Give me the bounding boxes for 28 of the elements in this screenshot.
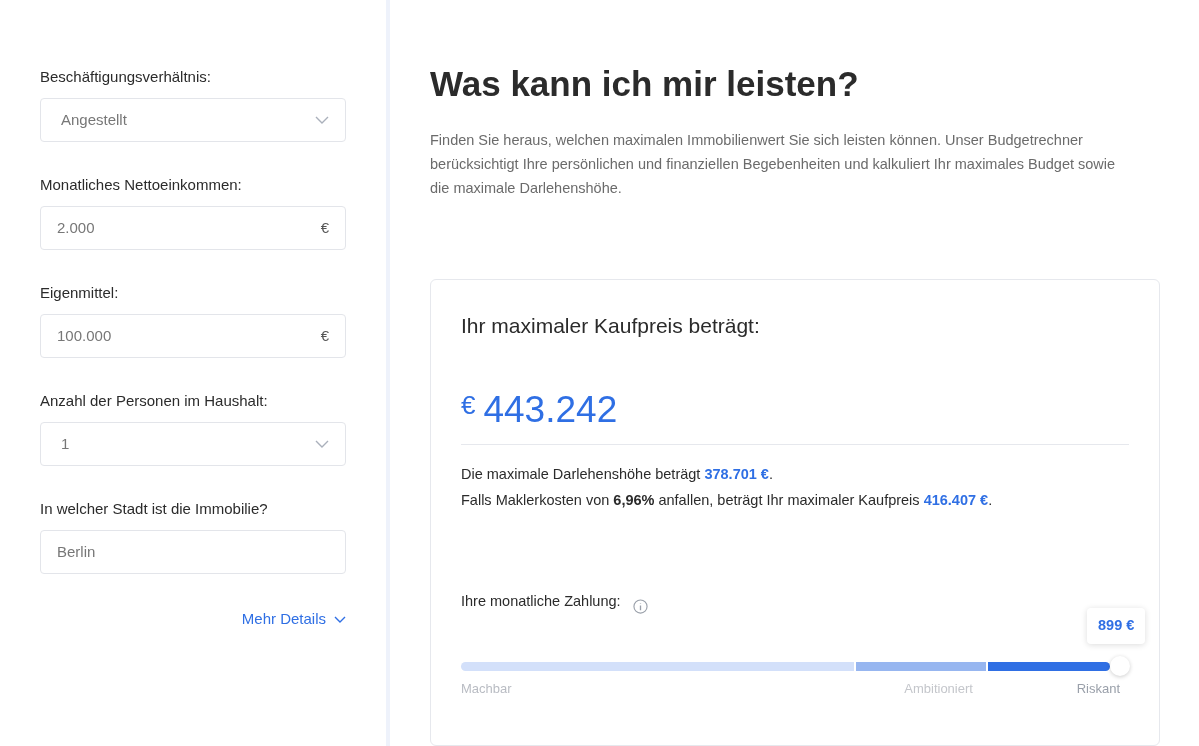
result-sentence: Die maximale Darlehenshöhe beträgt 378.701 €. <box>461 464 773 484</box>
price-amount: 443.242 <box>483 389 618 430</box>
more-details-link[interactable]: Mehr Details <box>241 608 346 631</box>
input-field[interactable]: Berlin <box>40 530 346 574</box>
field-label: Eigenmittel: <box>40 283 120 302</box>
input-field[interactable]: 100.000 € <box>40 314 346 358</box>
chevron-down-icon <box>315 116 329 124</box>
input-field[interactable]: 2.000 € <box>40 206 346 250</box>
slider-thumb[interactable] <box>1110 655 1130 676</box>
zone-label: Machbar <box>461 680 512 696</box>
field-label: Beschäftigungsverhältnis: <box>40 67 212 86</box>
dropdown[interactable]: 1 <box>40 422 346 466</box>
chevron-down-icon <box>315 440 329 448</box>
info-icon[interactable] <box>632 598 648 614</box>
zone-label: Riskant <box>1076 680 1120 696</box>
field-label: Monatliches Nettoeinkommen: <box>40 175 243 194</box>
result-sentence: Falls Maklerkosten von 6,96% anfallen, beträgt Ihr maximaler Kaufpreis 416.407 €. <box>461 490 993 510</box>
field-label: Anzahl der Personen im Haushalt: <box>40 391 269 410</box>
result-heading: Ihr maximaler Kaufpreis beträgt: <box>461 313 760 339</box>
chevron-down-icon <box>334 615 346 623</box>
value-tooltip: 899 € <box>1087 607 1146 644</box>
payment-label: Ihre monatliche Zahlung: <box>461 591 621 611</box>
currency-symbol: € <box>461 389 476 420</box>
zone-label: Ambitioniert <box>904 680 973 696</box>
intro-text: Finden Sie heraus, welchen maximalen Immobilienwert Sie sich leisten können. Unser Budgetrechner berücksichtigt Ihre persönlichen und finanziellen Begebenheiten und kalkuliert Ihr maximales Budget sowie die maximale Darlehenshöhe. <box>430 131 1117 198</box>
page-title: Was kann ich mir leisten? <box>430 63 860 105</box>
field-label: In welcher Stadt ist die Immobilie? <box>40 499 269 518</box>
dropdown[interactable]: Angestellt <box>40 98 346 142</box>
